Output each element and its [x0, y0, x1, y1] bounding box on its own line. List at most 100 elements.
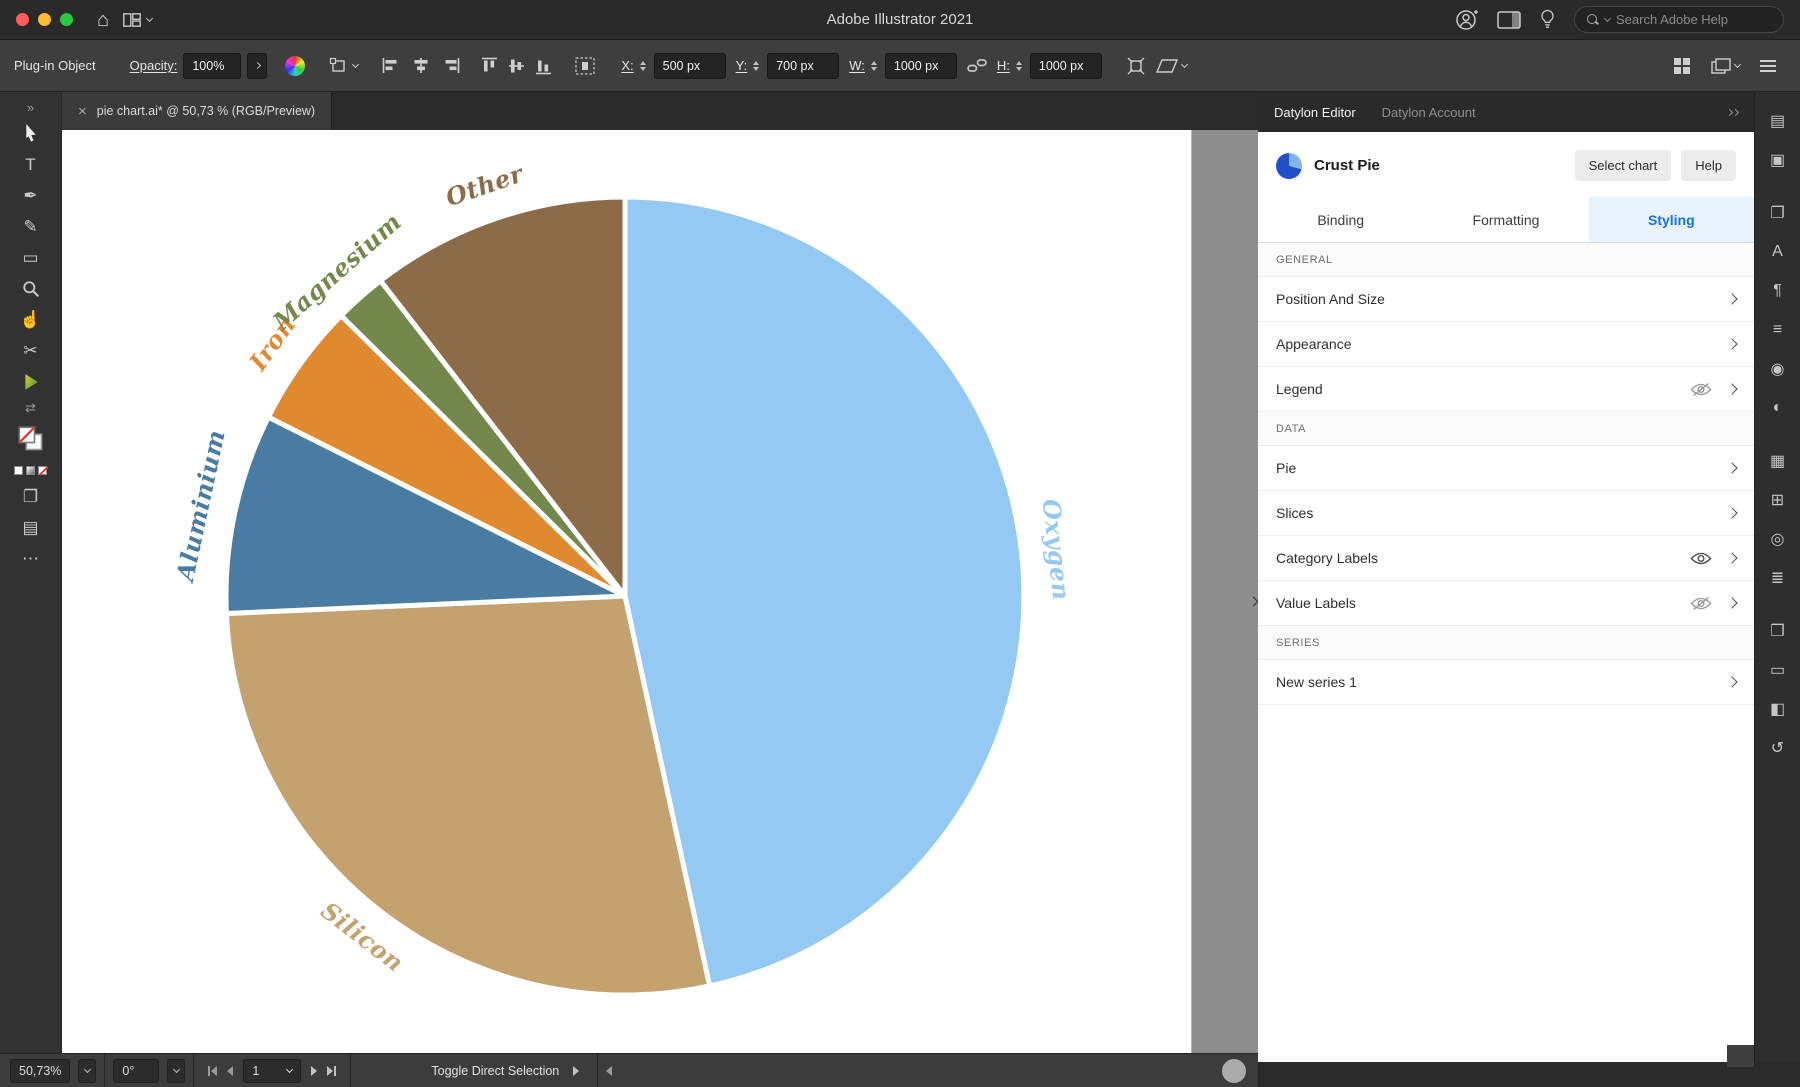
transform-panel-icon[interactable]: ⊞ — [1762, 485, 1794, 515]
minimize-window-button[interactable] — [38, 13, 51, 26]
x-field[interactable]: 500 px — [654, 53, 726, 79]
panel-expand-icon[interactable] — [1727, 110, 1738, 115]
align-bottom-icon[interactable] — [536, 57, 551, 75]
row-position-and-size[interactable]: Position And Size — [1258, 277, 1754, 322]
selection-tool[interactable] — [11, 118, 51, 149]
swatch-quick-buttons[interactable] — [11, 459, 51, 481]
tab-formatting[interactable]: Formatting — [1423, 197, 1588, 242]
y-stepper[interactable] — [753, 61, 759, 71]
visibility-off-icon[interactable] — [1690, 382, 1712, 397]
w-stepper[interactable] — [871, 61, 877, 71]
expand-tools-button[interactable]: » — [11, 96, 51, 118]
blade-tool[interactable]: ✂ — [11, 335, 51, 366]
gradient-swatch-button[interactable] — [26, 466, 35, 475]
account-icon[interactable] — [1455, 8, 1479, 32]
visibility-off-icon[interactable] — [1690, 596, 1712, 611]
opacity-label[interactable]: Opacity: — [130, 58, 178, 73]
appearance-panel-icon[interactable]: ◎ — [1762, 524, 1794, 554]
pie-chart[interactable]: OxygenSiliconAluminiumIronMagnesiumOther — [62, 130, 1192, 1053]
artboard-tool[interactable]: ▤ — [11, 512, 51, 543]
none-swatch-button[interactable] — [38, 466, 47, 475]
stroke-panel-icon[interactable]: ≡ — [1762, 315, 1794, 345]
row-legend[interactable]: Legend — [1258, 367, 1754, 412]
link-dimensions-icon[interactable] — [967, 58, 987, 73]
zoom-tool[interactable] — [11, 273, 51, 304]
rotation-dropdown-button[interactable] — [167, 1059, 185, 1083]
row-new-series-1[interactable]: New series 1 — [1258, 660, 1754, 705]
last-artboard-button[interactable] — [327, 1066, 336, 1076]
draw-mode-button[interactable]: ❐ — [11, 481, 51, 512]
tab-styling[interactable]: Styling — [1589, 197, 1754, 242]
row-appearance[interactable]: Appearance — [1258, 322, 1754, 367]
zoom-dropdown-button[interactable] — [78, 1059, 96, 1083]
control-panel-menu-icon[interactable] — [1760, 60, 1776, 72]
close-document-icon[interactable]: × — [78, 103, 87, 120]
row-category-labels[interactable]: Category Labels — [1258, 536, 1754, 581]
align-top-icon[interactable] — [482, 57, 497, 75]
collapse-status-button[interactable] — [606, 1066, 612, 1076]
panel-resize-grip[interactable] — [1727, 1045, 1754, 1067]
artboard-number-field[interactable]: 1 — [243, 1059, 301, 1083]
layers-panel-icon[interactable]: ❐ — [1762, 198, 1794, 228]
distribute-spacing-icon[interactable] — [575, 57, 595, 75]
edit-toolbar-button[interactable]: ⋯ — [11, 543, 51, 574]
document-tab[interactable]: × pie chart.ai* @ 50,73 % (RGB/Preview) — [62, 92, 332, 130]
color-panel-icon[interactable]: ◉ — [1762, 354, 1794, 384]
hand-tool[interactable]: ☝ — [11, 304, 51, 335]
rotation-field[interactable]: 0° — [113, 1059, 159, 1083]
h-label[interactable]: H: — [997, 58, 1010, 73]
w-field[interactable]: 1000 px — [885, 53, 957, 79]
tab-binding[interactable]: Binding — [1258, 197, 1423, 242]
swap-fill-stroke-button[interactable]: ⇄ — [11, 397, 51, 419]
h-stepper[interactable] — [1016, 61, 1022, 71]
tab-datylon-account[interactable]: Datylon Account — [1382, 105, 1476, 120]
shear-options-button[interactable] — [1156, 58, 1187, 74]
rectangle-tool[interactable]: ▭ — [11, 242, 51, 273]
color-swatch-button[interactable] — [14, 466, 23, 475]
help-search-field[interactable] — [1574, 6, 1784, 33]
artboards-panel-icon[interactable]: ▭ — [1762, 655, 1794, 685]
horizontal-scrollbar-thumb[interactable] — [1222, 1059, 1246, 1083]
close-window-button[interactable] — [16, 13, 29, 26]
gradient-panel-icon[interactable]: ◐ — [1762, 393, 1794, 423]
pen-tool[interactable]: ✒ — [11, 180, 51, 211]
row-slices[interactable]: Slices — [1258, 491, 1754, 536]
canvas-pasteboard[interactable]: OxygenSiliconAluminiumIronMagnesiumOther — [62, 130, 1258, 1053]
character-panel-icon[interactable]: A — [1762, 237, 1794, 267]
transform-options-button[interactable] — [329, 57, 358, 75]
align-center-horizontal-icon[interactable] — [412, 58, 430, 73]
opacity-dropdown-button[interactable] — [247, 53, 267, 79]
select-chart-button[interactable]: Select chart — [1575, 150, 1672, 181]
search-input[interactable] — [1616, 12, 1766, 27]
next-artboard-button[interactable] — [311, 1066, 317, 1076]
pie-category-label-oxygen[interactable]: Oxygen — [1037, 498, 1077, 602]
opacity-field[interactable]: 100% — [183, 53, 241, 79]
screen-mode-button[interactable] — [1711, 58, 1740, 74]
home-icon[interactable]: ⌂ — [97, 10, 109, 30]
pie-slice-silicon[interactable] — [226, 596, 709, 995]
y-label[interactable]: Y: — [736, 58, 748, 73]
tab-datylon-editor[interactable]: Datylon Editor — [1274, 105, 1356, 120]
row-value-labels[interactable]: Value Labels — [1258, 581, 1754, 626]
previous-artboard-button[interactable] — [227, 1066, 233, 1076]
properties-panel-icon[interactable]: ▤ — [1762, 106, 1794, 136]
workspace-switcher[interactable] — [123, 13, 152, 27]
fill-stroke-indicator[interactable] — [11, 419, 51, 459]
maximize-window-button[interactable] — [60, 13, 73, 26]
paragraph-panel-icon[interactable]: ¶ — [1762, 276, 1794, 306]
help-button[interactable]: Help — [1681, 150, 1736, 181]
zoom-level-field[interactable]: 50,73% — [10, 1059, 70, 1083]
first-artboard-button[interactable] — [208, 1066, 217, 1076]
h-field[interactable]: 1000 px — [1030, 53, 1102, 79]
swatches-panel-icon[interactable]: ▦ — [1762, 446, 1794, 476]
type-tool[interactable]: T — [11, 149, 51, 180]
pencil-tool[interactable]: ✎ — [11, 211, 51, 242]
asset-export-panel-icon[interactable]: ◧ — [1762, 694, 1794, 724]
align-left-icon[interactable] — [382, 58, 400, 73]
row-pie[interactable]: Pie — [1258, 446, 1754, 491]
pathfinder-panel-icon[interactable]: ❒ — [1762, 616, 1794, 646]
x-stepper[interactable] — [640, 61, 646, 71]
artboard[interactable]: OxygenSiliconAluminiumIronMagnesiumOther — [62, 130, 1192, 1053]
panel-toggle-icon[interactable] — [1497, 11, 1521, 29]
history-panel-icon[interactable]: ↺ — [1762, 733, 1794, 763]
